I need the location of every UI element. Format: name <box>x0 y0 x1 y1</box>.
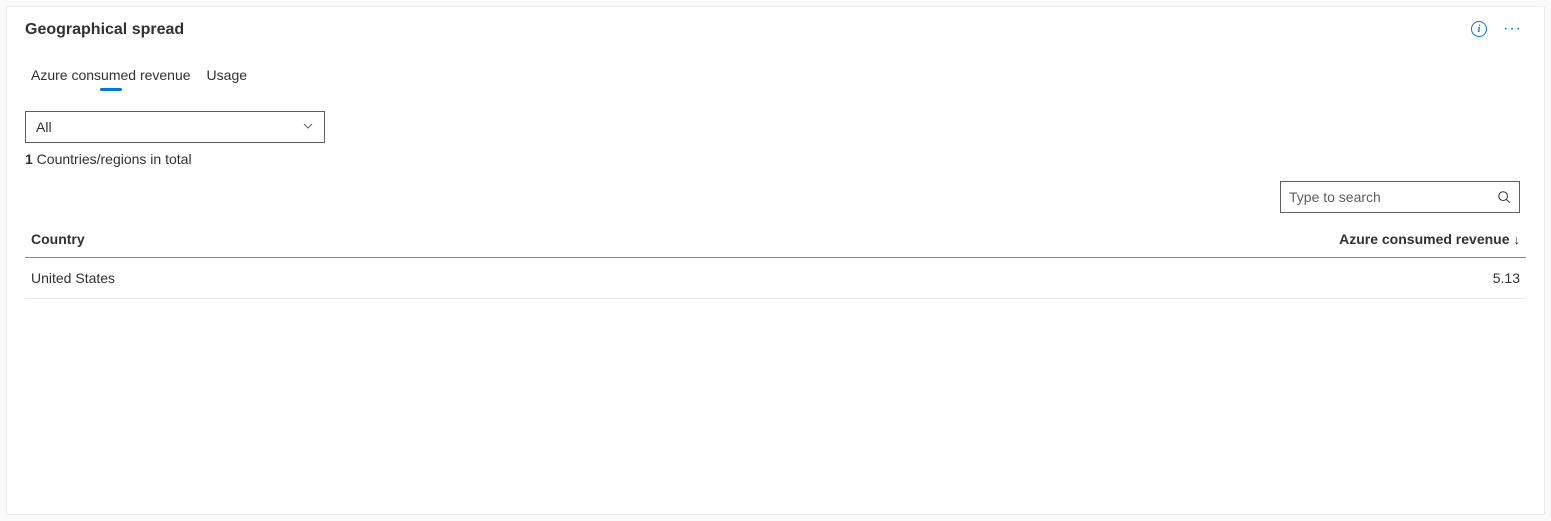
tab-usage[interactable]: Usage <box>207 67 247 89</box>
header-actions: i ··· <box>1471 21 1526 37</box>
dropdown-selected-value: All <box>36 119 52 135</box>
column-header-revenue-label: Azure consumed revenue <box>1339 231 1509 247</box>
panel-header: Geographical spread i ··· <box>25 21 1526 39</box>
table-row[interactable]: United States 5.13 <box>25 258 1526 299</box>
chevron-down-icon <box>302 120 314 135</box>
search-input[interactable] <box>1289 189 1491 205</box>
filter-row: All 1 Countries/regions in total <box>25 111 1526 167</box>
tab-bar: Azure consumed revenue Usage <box>31 67 1526 89</box>
more-options-icon[interactable]: ··· <box>1499 21 1526 37</box>
cell-country: United States <box>31 270 115 286</box>
data-table: Country Azure consumed revenue ↓ United … <box>25 223 1526 299</box>
geographical-spread-panel: Geographical spread i ··· Azure consumed… <box>6 6 1545 515</box>
countries-count-number: 1 <box>25 151 33 167</box>
search-row <box>25 181 1526 213</box>
countries-count-text: 1 Countries/regions in total <box>25 151 1526 167</box>
column-header-country[interactable]: Country <box>31 231 85 247</box>
panel-title: Geographical spread <box>25 21 184 39</box>
column-header-revenue[interactable]: Azure consumed revenue ↓ <box>1339 231 1520 247</box>
search-icon <box>1497 190 1511 204</box>
cell-revenue: 5.13 <box>1493 270 1520 286</box>
tab-azure-consumed-revenue[interactable]: Azure consumed revenue <box>31 67 191 89</box>
countries-count-suffix: Countries/regions in total <box>33 151 192 167</box>
info-icon[interactable]: i <box>1471 21 1487 37</box>
country-filter-dropdown[interactable]: All <box>25 111 325 143</box>
search-box[interactable] <box>1280 181 1520 213</box>
table-header-row: Country Azure consumed revenue ↓ <box>25 223 1526 258</box>
sort-descending-icon: ↓ <box>1514 233 1521 246</box>
